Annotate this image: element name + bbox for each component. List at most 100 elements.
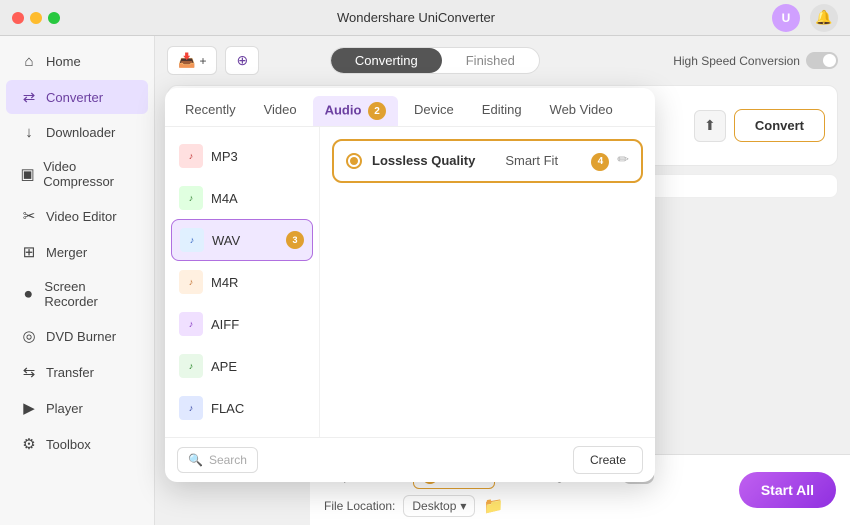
format-item-aiff[interactable]: ♪ AIFF	[165, 303, 319, 345]
dropdown-tab-device[interactable]: Device	[402, 96, 466, 126]
converter-icon: ⇄	[20, 88, 38, 106]
sidebar-label-downloader: Downloader	[46, 125, 115, 140]
dropdown-tab-audio[interactable]: Audio 2	[313, 96, 398, 126]
compressor-icon: ▣	[20, 165, 35, 183]
player-icon: ▶	[20, 399, 38, 417]
home-icon: ⌂	[20, 53, 38, 70]
dropdown-tab-recently-label: Recently	[185, 102, 236, 117]
format-label-aiff: AIFF	[211, 317, 239, 332]
edit-icon[interactable]: ✏	[617, 151, 629, 167]
dropdown-tab-web-video[interactable]: Web Video	[538, 96, 625, 126]
sidebar-item-merger[interactable]: ⊞ Merger	[6, 235, 148, 269]
downloader-icon: ↓	[20, 124, 38, 141]
dropdown-tab-audio-label: Audio	[325, 102, 362, 117]
sidebar-item-home[interactable]: ⌂ Home	[6, 45, 148, 78]
quality-radio	[346, 153, 362, 169]
m4a-icon: ♪	[179, 186, 203, 210]
recorder-icon: ⏺	[20, 286, 36, 303]
file-actions: ⬆ Convert	[694, 109, 825, 142]
format-item-m4r[interactable]: ♪ M4R	[165, 261, 319, 303]
dropdown-tab-video[interactable]: Video	[252, 96, 309, 126]
audio-badge: 2	[368, 102, 386, 120]
quality-panel: Lossless Quality Smart Fit 4 ✏	[320, 127, 655, 437]
wav-badge: 3	[286, 231, 304, 249]
sidebar-label-player: Player	[46, 401, 83, 416]
ape-icon: ♪	[179, 354, 203, 378]
dropdown-tab-editing-label: Editing	[482, 102, 522, 117]
dropdown-body: ♪ MP3 ♪ M4A ♪ WAV 3 ♪ M4R	[165, 127, 655, 437]
dropdown-tabs: Recently Video Audio 2 Device Editing We…	[165, 88, 655, 127]
smart-fit-label: Smart Fit	[505, 153, 558, 168]
folder-icon[interactable]: 📁	[483, 496, 503, 516]
quality-badge-num: 4	[591, 153, 609, 171]
flac-icon: ♪	[179, 396, 203, 420]
format-item-wav[interactable]: ♪ WAV 3	[171, 219, 313, 261]
maximize-button[interactable]	[48, 12, 60, 24]
titlebar: Wondershare UniConverter U 🔔	[0, 0, 850, 36]
screen-record-button[interactable]: ⊕	[225, 46, 259, 75]
quality-info: Lossless Quality	[372, 153, 475, 168]
sidebar-item-player[interactable]: ▶ Player	[6, 391, 148, 425]
format-label-flac: FLAC	[211, 401, 244, 416]
format-item-flac[interactable]: ♪ FLAC	[165, 387, 319, 429]
sidebar-item-video-editor[interactable]: ✂ Video Editor	[6, 199, 148, 233]
dropdown-tab-video-label: Video	[264, 102, 297, 117]
sidebar-label-transfer: Transfer	[46, 365, 94, 380]
sidebar-item-toolbox[interactable]: ⚙ Toolbox	[6, 427, 148, 461]
format-item-m4a[interactable]: ♪ M4A	[165, 177, 319, 219]
dvd-icon: ◎	[20, 327, 38, 345]
dropdown-footer: 🔍 Search Create	[165, 437, 655, 482]
file-location-row: File Location: Desktop ▾ 📁	[324, 495, 654, 517]
add-files-icon: 📥	[178, 52, 195, 69]
m4r-icon: ♪	[179, 270, 203, 294]
file-location-select[interactable]: Desktop ▾	[403, 495, 475, 517]
sidebar-label-editor: Video Editor	[46, 209, 117, 224]
file-action-icon[interactable]: ⬆	[694, 110, 726, 142]
quality-label: Lossless Quality	[372, 153, 475, 168]
search-box[interactable]: 🔍 Search	[177, 447, 258, 473]
bell-icon[interactable]: 🔔	[810, 4, 838, 32]
sidebar-label-recorder: Screen Recorder	[44, 279, 134, 309]
app-title: Wondershare UniConverter	[337, 10, 495, 25]
format-dropdown: Recently Video Audio 2 Device Editing We…	[165, 88, 655, 482]
location-dropdown-icon: ▾	[460, 499, 466, 513]
screen-icon: ⊕	[236, 52, 248, 69]
format-label-m4r: M4R	[211, 275, 238, 290]
format-label-m4a: M4A	[211, 191, 238, 206]
format-item-mp3[interactable]: ♪ MP3	[165, 135, 319, 177]
quality-lossless[interactable]: Lossless Quality Smart Fit 4 ✏	[332, 139, 643, 183]
dropdown-tab-editing[interactable]: Editing	[470, 96, 534, 126]
sidebar-item-downloader[interactable]: ↓ Downloader	[6, 116, 148, 149]
create-button[interactable]: Create	[573, 446, 643, 474]
format-label-ape: APE	[211, 359, 237, 374]
search-icon: 🔍	[188, 453, 203, 467]
sidebar-item-video-compressor[interactable]: ▣ Video Compressor	[6, 151, 148, 197]
search-placeholder: Search	[209, 453, 247, 467]
dropdown-tab-recently[interactable]: Recently	[173, 96, 248, 126]
sidebar-item-screen-recorder[interactable]: ⏺ Screen Recorder	[6, 271, 148, 317]
user-avatar[interactable]: U	[772, 4, 800, 32]
convert-button[interactable]: Convert	[734, 109, 825, 142]
speed-toggle-switch[interactable]	[806, 52, 838, 69]
tab-finished-label: Finished	[466, 53, 515, 68]
window-controls[interactable]	[12, 12, 60, 24]
close-button[interactable]	[12, 12, 24, 24]
sidebar-item-converter[interactable]: ⇄ Converter	[6, 80, 148, 114]
add-files-button[interactable]: 📥 +	[167, 46, 217, 75]
app-body: ⌂ Home ⇄ Converter ↓ Downloader ▣ Video …	[0, 36, 850, 525]
start-all-button[interactable]: Start All	[739, 472, 836, 508]
main-content: 📥 + ⊕ Converting Finished High Speed Con…	[155, 36, 850, 525]
sidebar-label-home: Home	[46, 54, 81, 69]
dropdown-tab-device-label: Device	[414, 102, 454, 117]
sidebar-item-transfer[interactable]: ⇆ Transfer	[6, 355, 148, 389]
minimize-button[interactable]	[30, 12, 42, 24]
titlebar-icons: U 🔔	[772, 4, 838, 32]
top-toolbar: 📥 + ⊕ Converting Finished High Speed Con…	[167, 46, 838, 75]
tab-converting[interactable]: Converting	[331, 48, 442, 73]
format-label-mp3: MP3	[211, 149, 238, 164]
quality-badge-area: 4 ✏	[591, 151, 629, 171]
sidebar-item-dvd-burner[interactable]: ◎ DVD Burner	[6, 319, 148, 353]
format-item-ape[interactable]: ♪ APE	[165, 345, 319, 387]
format-list: ♪ MP3 ♪ M4A ♪ WAV 3 ♪ M4R	[165, 127, 320, 437]
tab-finished[interactable]: Finished	[442, 48, 539, 73]
